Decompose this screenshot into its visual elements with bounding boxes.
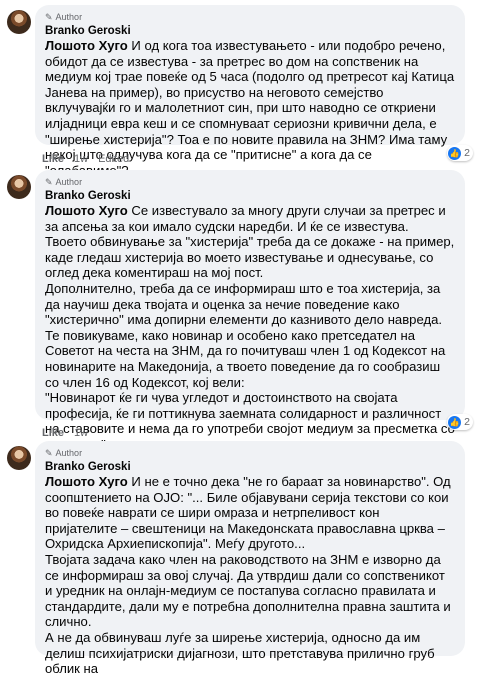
avatar[interactable] bbox=[7, 10, 31, 34]
mention-link[interactable]: Лошото Хуго bbox=[45, 38, 128, 53]
commenter-name[interactable]: Branko Geroski bbox=[45, 189, 455, 203]
thumbs-up-icon: 👍 bbox=[448, 146, 462, 160]
pen-icon: ✎ bbox=[45, 447, 53, 458]
comment-actions: Like 1w Edited bbox=[42, 153, 129, 167]
comment-text: Лошото Хуго Се известувало за многу друг… bbox=[45, 203, 455, 452]
comment-bubble: ✎ Author Branko Geroski Лошото Хуго Се и… bbox=[35, 170, 465, 452]
avatar[interactable] bbox=[7, 446, 31, 470]
author-badge: ✎ Author bbox=[45, 176, 83, 188]
edited-label[interactable]: Edited bbox=[98, 153, 129, 167]
comment-actions: Like 1w bbox=[42, 427, 88, 441]
like-button[interactable]: Like bbox=[42, 153, 64, 167]
like-button[interactable]: Like bbox=[42, 427, 64, 441]
pen-icon: ✎ bbox=[45, 11, 53, 22]
comment-text: Лошото Хуго И не е точно дека "не го бар… bbox=[45, 474, 451, 677]
reaction-count[interactable]: 👍 2 bbox=[447, 414, 473, 430]
pen-icon: ✎ bbox=[45, 176, 53, 187]
commenter-name[interactable]: Branko Geroski bbox=[45, 24, 455, 38]
author-badge: ✎ Author bbox=[45, 11, 83, 23]
author-badge: ✎ Author bbox=[45, 447, 83, 459]
avatar[interactable] bbox=[7, 175, 31, 199]
commenter-name[interactable]: Branko Geroski bbox=[45, 460, 455, 474]
comment-bubble: ✎ Author Branko Geroski Лошото Хуго И не… bbox=[35, 441, 465, 676]
mention-link[interactable]: Лошото Хуго bbox=[45, 203, 128, 218]
reaction-count[interactable]: 👍 2 bbox=[447, 145, 473, 161]
comment-bubble: ✎ Author Branko Geroski Лошото Хуго И од… bbox=[35, 5, 465, 178]
timestamp[interactable]: 1w bbox=[74, 153, 88, 167]
thumbs-up-icon: 👍 bbox=[448, 415, 462, 429]
mention-link[interactable]: Лошото Хуго bbox=[45, 474, 128, 489]
timestamp[interactable]: 1w bbox=[74, 427, 88, 441]
